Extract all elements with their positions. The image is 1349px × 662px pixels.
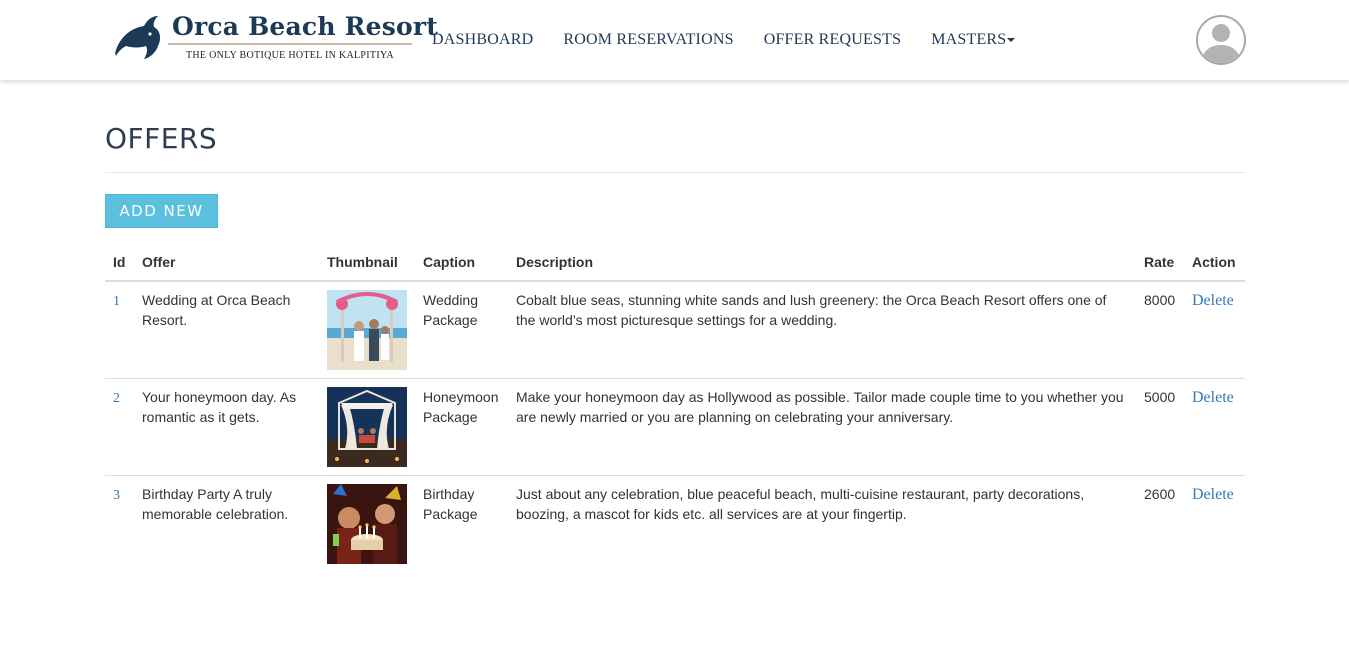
table-row: 3 Birthday Party A truly memorable celeb… xyxy=(105,475,1245,572)
offer-id[interactable]: 1 xyxy=(105,281,134,379)
delete-link[interactable]: Delete xyxy=(1192,292,1234,309)
action-cell: Delete xyxy=(1184,281,1245,379)
action-cell: Delete xyxy=(1184,378,1245,476)
table-row: 1 Wedding at Orca Beach Resort. Wedding … xyxy=(105,281,1245,379)
nav-room-reservations[interactable]: ROOM RESERVATIONS xyxy=(563,31,733,49)
offer-rate: 2600 xyxy=(1136,475,1184,572)
offer-title: Wedding at Orca Beach Resort. xyxy=(142,292,291,328)
brand-tagline: THE ONLY BOTIQUE HOTEL IN KALPITIYA xyxy=(186,50,394,61)
column-header-thumbnail: Thumbnail xyxy=(319,248,415,282)
top-navbar: Orca Beach Resort THE ONLY BOTIQUE HOTEL… xyxy=(0,0,1349,80)
nav-masters-label: MASTERS xyxy=(931,31,1007,48)
offer-title: Birthday Party A truly memorable celebra… xyxy=(134,475,319,572)
column-header-offer: Offer xyxy=(134,248,319,282)
honeymoon-thumbnail xyxy=(327,387,407,467)
page-title: OFFERS xyxy=(105,122,218,155)
offer-description: Just about any celebration, blue peacefu… xyxy=(508,475,1136,572)
offer-title: Your honeymoon day. As romantic as it ge… xyxy=(134,378,319,476)
user-avatar-icon[interactable] xyxy=(1195,14,1247,66)
caret-down-icon xyxy=(1007,38,1016,43)
main-nav: DASHBOARD ROOM RESERVATIONS OFFER REQUES… xyxy=(432,31,1045,49)
title-divider xyxy=(105,172,1245,173)
offer-id[interactable]: 2 xyxy=(105,378,134,476)
delete-link[interactable]: Delete xyxy=(1192,486,1234,503)
offer-caption: Wedding Package xyxy=(423,292,479,328)
add-new-button[interactable]: ADD NEW xyxy=(105,194,218,228)
offer-caption: Honeymoon Package xyxy=(415,378,508,476)
column-header-caption: Caption xyxy=(415,248,508,282)
offer-id[interactable]: 3 xyxy=(105,475,134,572)
delete-link[interactable]: Delete xyxy=(1192,389,1234,406)
dolphin-logo-icon xyxy=(115,16,161,59)
table-row: 2 Your honeymoon day. As romantic as it … xyxy=(105,378,1245,476)
thumbnail-cell xyxy=(319,281,415,379)
column-header-id: Id xyxy=(105,248,134,282)
birthday-thumbnail xyxy=(327,484,407,564)
wedding-thumbnail xyxy=(327,290,407,370)
column-header-rate: Rate xyxy=(1136,248,1184,282)
brand-name: Orca Beach Resort xyxy=(172,12,438,41)
offers-table: Id Offer Thumbnail Caption Description R… xyxy=(105,248,1245,572)
thumbnail-cell xyxy=(319,378,415,476)
thumbnail-cell xyxy=(319,475,415,572)
nav-offer-requests[interactable]: OFFER REQUESTS xyxy=(764,31,902,49)
offer-description: Make your honeymoon day as Hollywood as … xyxy=(508,378,1136,476)
nav-dashboard[interactable]: DASHBOARD xyxy=(432,31,533,49)
column-header-action: Action xyxy=(1184,248,1245,282)
action-cell: Delete xyxy=(1184,475,1245,572)
nav-masters[interactable]: MASTERS xyxy=(931,31,1016,49)
offer-rate: 8000 xyxy=(1144,292,1176,308)
offer-caption: Birthday Package xyxy=(415,475,508,572)
column-header-description: Description xyxy=(508,248,1136,282)
table-header-row: Id Offer Thumbnail Caption Description R… xyxy=(105,248,1245,282)
resort-logo[interactable]: Orca Beach Resort THE ONLY BOTIQUE HOTEL… xyxy=(114,12,438,64)
offer-rate: 5000 xyxy=(1136,378,1184,476)
offer-description: Cobalt blue seas, stunning white sands a… xyxy=(516,292,1107,328)
logo-divider xyxy=(168,43,412,45)
